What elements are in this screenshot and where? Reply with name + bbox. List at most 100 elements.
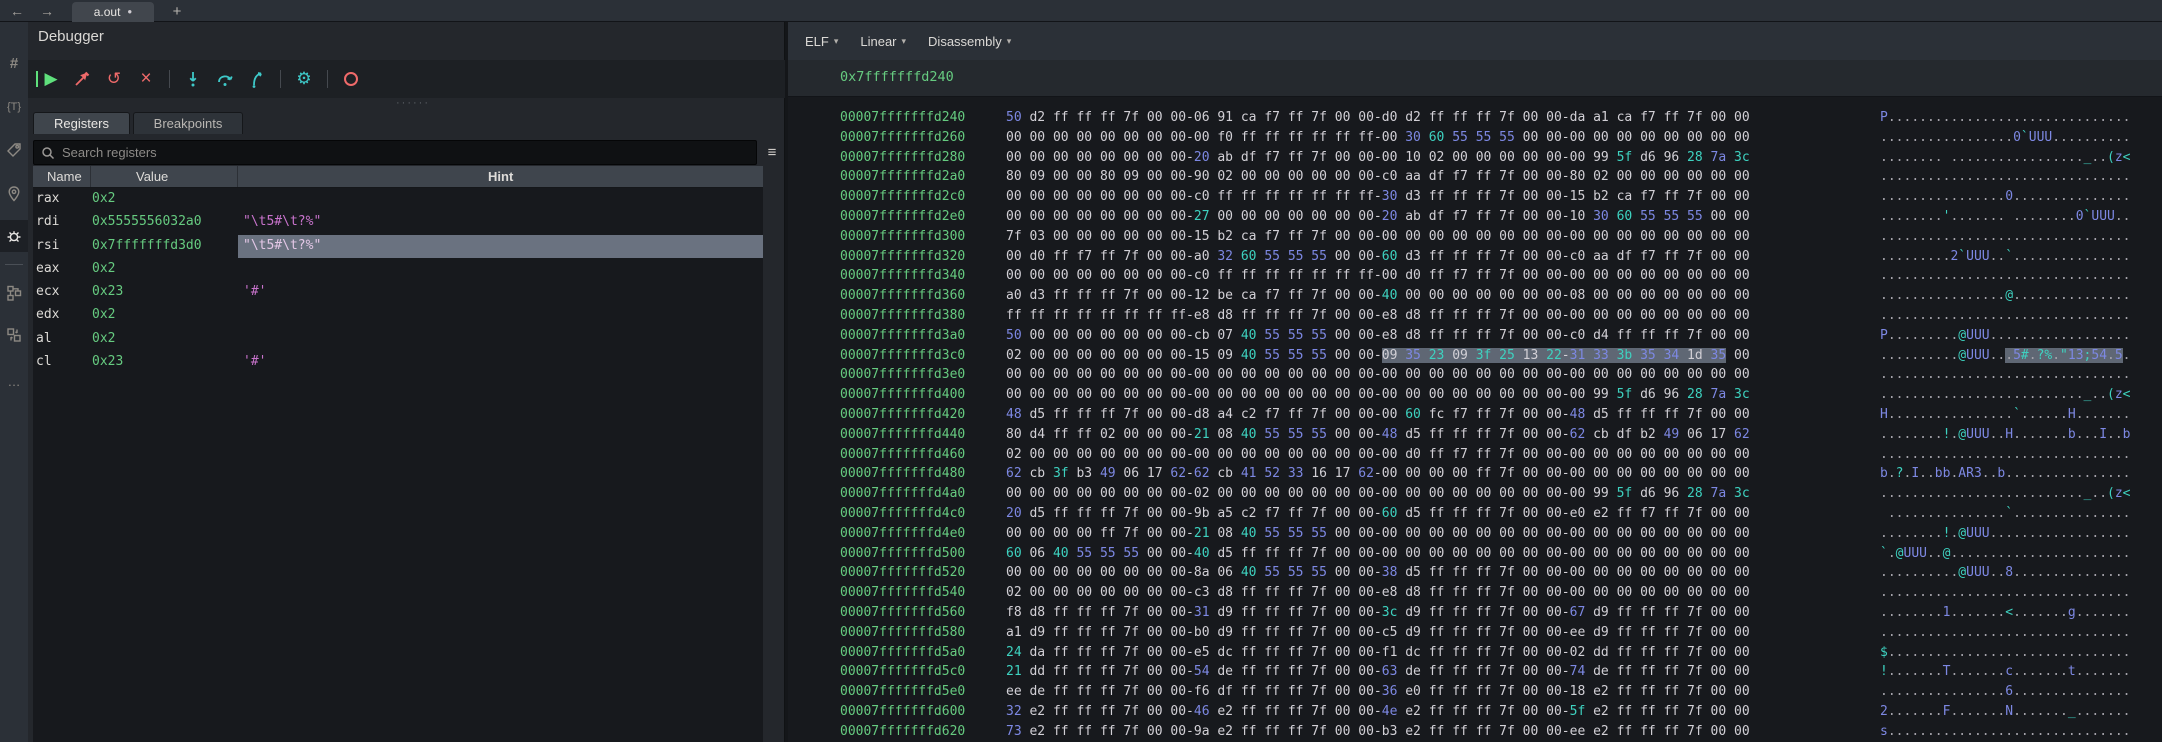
hex-row[interactable]: 00007fffffffd5a024 da ff ff ff 7f 00 00-… <box>788 643 2162 663</box>
hex-address[interactable]: 00007fffffffd4c0 <box>840 504 965 524</box>
hex-bytes[interactable]: 00 00 00 00 00 00 00 00-8a 06 40 55 55 5… <box>1006 563 1750 583</box>
compare-swap-icon[interactable] <box>0 320 28 350</box>
hex-bytes[interactable]: 00 00 00 00 00 00 00 00-c0 ff ff ff ff f… <box>1006 266 1750 286</box>
hex-address[interactable]: 00007fffffffd5c0 <box>840 662 965 682</box>
hex-row[interactable]: 00007fffffffd42048 d5 ff ff ff 7f 00 00-… <box>788 405 2162 425</box>
hex-ascii[interactable]: ................0............... <box>1880 187 2131 207</box>
hex-address[interactable]: 00007fffffffd3c0 <box>840 346 965 366</box>
column-header-hint[interactable]: Hint <box>488 169 513 184</box>
register-row-eax[interactable]: eax0x2 <box>33 258 763 281</box>
hex-row[interactable]: 00007fffffffd40000 00 00 00 00 00 00 00-… <box>788 385 2162 405</box>
hex-ascii[interactable]: ................................ <box>1880 266 2131 286</box>
restart-button[interactable]: ↺ <box>100 66 128 92</box>
step-into-button[interactable] <box>179 66 207 92</box>
hex-ascii[interactable]: ................................ <box>1880 306 2131 326</box>
file-tab-aout[interactable]: a.out ● <box>72 2 154 22</box>
hex-row[interactable]: 00007fffffffd4c0 20 d5 ff ff ff 7f 00 00-… <box>788 504 2162 524</box>
hex-ascii[interactable]: ........!.@UUU.................. <box>1880 524 2131 544</box>
hex-address[interactable]: 00007fffffffd240 <box>840 108 965 128</box>
register-row-rdi[interactable]: rdi0x5555556032a0"\t5#\t?%" <box>33 211 763 234</box>
step-out-button[interactable] <box>243 66 271 92</box>
hex-address[interactable]: 00007fffffffd2e0 <box>840 207 965 227</box>
hex-row[interactable]: 00007fffffffd3e000 00 00 00 00 00 00 00-… <box>788 365 2162 385</box>
register-row-al[interactable]: al0x2 <box>33 328 763 351</box>
hex-address[interactable]: 00007fffffffd360 <box>840 286 965 306</box>
register-hint[interactable] <box>238 304 763 327</box>
hex-ascii[interactable]: ................................ <box>1880 583 2131 603</box>
hex-bytes[interactable]: 00 00 00 00 00 00 00 00-c0 ff ff ff ff f… <box>1006 187 1750 207</box>
hex-bytes[interactable]: 50 d2 ff ff ff 7f 00 00-06 91 ca f7 ff 7… <box>1006 108 1750 128</box>
hex-address[interactable]: 00007fffffffd4a0 <box>840 484 965 504</box>
hex-ascii[interactable]: ...............`............... <box>1880 504 2131 524</box>
hex-bytes[interactable]: 50 00 00 00 00 00 00 00-cb 07 40 55 55 5… <box>1006 326 1750 346</box>
registers-table-header[interactable]: Name Value Hint <box>33 166 763 188</box>
hex-row[interactable]: 00007fffffffd560f8 d8 ff ff ff 7f 00 00-… <box>788 603 2162 623</box>
menu-elf[interactable]: ELF ▾ <box>805 34 838 49</box>
settings-gear-icon[interactable]: ⚙ <box>290 66 318 92</box>
hex-address[interactable]: 00007fffffffd380 <box>840 306 965 326</box>
hex-address[interactable]: 00007fffffffd300 <box>840 227 965 247</box>
hex-bytes[interactable]: 02 00 00 00 00 00 00 00-00 00 00 00 00 0… <box>1006 445 1750 465</box>
new-tab-button[interactable]: + <box>167 1 187 21</box>
functions-hash-icon[interactable]: # <box>0 48 28 78</box>
hex-ascii[interactable]: P............................... <box>1880 108 2131 128</box>
hex-ascii[interactable]: P.........@UUU.................. <box>1880 326 2131 346</box>
hex-bytes[interactable]: 20 d5 ff ff ff 7f 00 00-9b a5 c2 f7 ff 7… <box>1006 504 1750 524</box>
hex-address[interactable]: 00007fffffffd480 <box>840 464 965 484</box>
hexdump-rows[interactable]: 00007fffffffd240 50 d2 ff ff ff 7f 00 00-… <box>788 108 2162 742</box>
column-menu-button[interactable]: ≡ <box>763 143 781 161</box>
register-hint[interactable] <box>238 328 763 351</box>
hex-row[interactable]: 00007fffffffd360a0 d3 ff ff ff 7f 00 00-… <box>788 286 2162 306</box>
register-hint[interactable]: "\t5#\t?%" <box>238 211 763 234</box>
register-hint[interactable] <box>238 188 763 211</box>
hex-address[interactable]: 00007fffffffd400 <box>840 385 965 405</box>
hex-bytes[interactable]: a1 d9 ff ff ff 7f 00 00-b0 d9 ff ff ff 7… <box>1006 623 1750 643</box>
search-box[interactable] <box>33 140 757 165</box>
hex-ascii[interactable]: ................................ <box>1880 227 2131 247</box>
menu-linear[interactable]: Linear ▾ <box>860 34 906 49</box>
hex-bytes[interactable]: 73 e2 ff ff ff 7f 00 00-9a e2 ff ff ff 7… <box>1006 722 1750 742</box>
hex-ascii[interactable]: H................`......H....... <box>1880 405 2131 425</box>
hex-ascii[interactable]: ........'....... ........0`UUU.. <box>1880 207 2131 227</box>
column-header-name[interactable]: Name <box>47 169 82 184</box>
hex-row[interactable]: 00007fffffffd4e000 00 00 00 ff 7f 00 00-… <box>788 524 2162 544</box>
hex-ascii[interactable]: ................@............... <box>1880 286 2131 306</box>
hex-address[interactable]: 00007fffffffd520 <box>840 563 965 583</box>
debugger-bug-icon[interactable] <box>0 220 28 252</box>
hex-row[interactable]: 00007fffffffd3c002 00 00 00 00 00 00 00-… <box>788 346 2162 366</box>
hex-ascii[interactable]: ................6............... <box>1880 682 2131 702</box>
step-over-button[interactable] <box>211 66 239 92</box>
hex-ascii[interactable]: b.?.I..bb.AR3..b................ <box>1880 464 2131 484</box>
hex-address[interactable]: 00007fffffffd620 <box>840 722 965 742</box>
hex-bytes[interactable]: 7f 03 00 00 00 00 00 00-15 b2 ca f7 ff 7… <box>1006 227 1750 247</box>
hex-bytes[interactable]: 32 e2 ff ff ff 7f 00 00-46 e2 ff ff ff 7… <box>1006 702 1750 722</box>
tab-registers[interactable]: Registers <box>33 112 130 134</box>
register-value[interactable]: 0x7fffffffd3d0 <box>92 238 202 253</box>
hex-bytes[interactable]: 00 d0 ff f7 ff 7f 00 00-a0 32 60 55 55 5… <box>1006 247 1750 267</box>
hex-address[interactable]: 00007fffffffd280 <box>840 148 965 168</box>
types-icon[interactable]: {T} <box>0 92 28 122</box>
hex-ascii[interactable]: ..........@UUU...5#.?%."13;54.5. <box>1880 346 2131 366</box>
register-hint[interactable]: '#' <box>238 281 763 304</box>
hex-row[interactable]: 00007fffffffd4a000 00 00 00 00 00 00 00-… <box>788 484 2162 504</box>
hex-address[interactable]: 00007fffffffd260 <box>840 128 965 148</box>
hex-ascii[interactable]: .........................._..(z< <box>1880 385 2131 405</box>
trace-record-button[interactable] <box>337 66 365 92</box>
hex-ascii[interactable]: 2.......F.......N......._....... <box>1880 702 2131 722</box>
hex-row[interactable]: 00007fffffffd48062 cb 3f b3 49 06 17 62-… <box>788 464 2162 484</box>
register-hint[interactable]: "\t5#\t?%" <box>238 235 763 258</box>
hex-bytes[interactable]: 00 00 00 00 00 00 00 00-20 ab df f7 ff 7… <box>1006 148 1750 168</box>
register-value[interactable]: 0x23 <box>92 354 123 369</box>
hex-row[interactable]: 00007fffffffd54002 00 00 00 00 00 00 00-… <box>788 583 2162 603</box>
column-separator[interactable] <box>237 166 238 187</box>
hex-ascii[interactable]: `.@UUU..@....................... <box>1880 544 2131 564</box>
hex-address[interactable]: 00007fffffffd580 <box>840 623 965 643</box>
hex-address[interactable]: 00007fffffffd460 <box>840 445 965 465</box>
register-value[interactable]: 0x2 <box>92 261 115 276</box>
continue-until-button[interactable] <box>68 66 96 92</box>
hex-address[interactable]: 00007fffffffd2c0 <box>840 187 965 207</box>
hex-row[interactable]: 00007fffffffd50060 06 40 55 55 55 00 00-… <box>788 544 2162 564</box>
register-row-cl[interactable]: cl0x23'#' <box>33 351 763 374</box>
hex-ascii[interactable]: .................0`UUU.......... <box>1880 128 2131 148</box>
register-row-edx[interactable]: edx0x2 <box>33 304 763 327</box>
